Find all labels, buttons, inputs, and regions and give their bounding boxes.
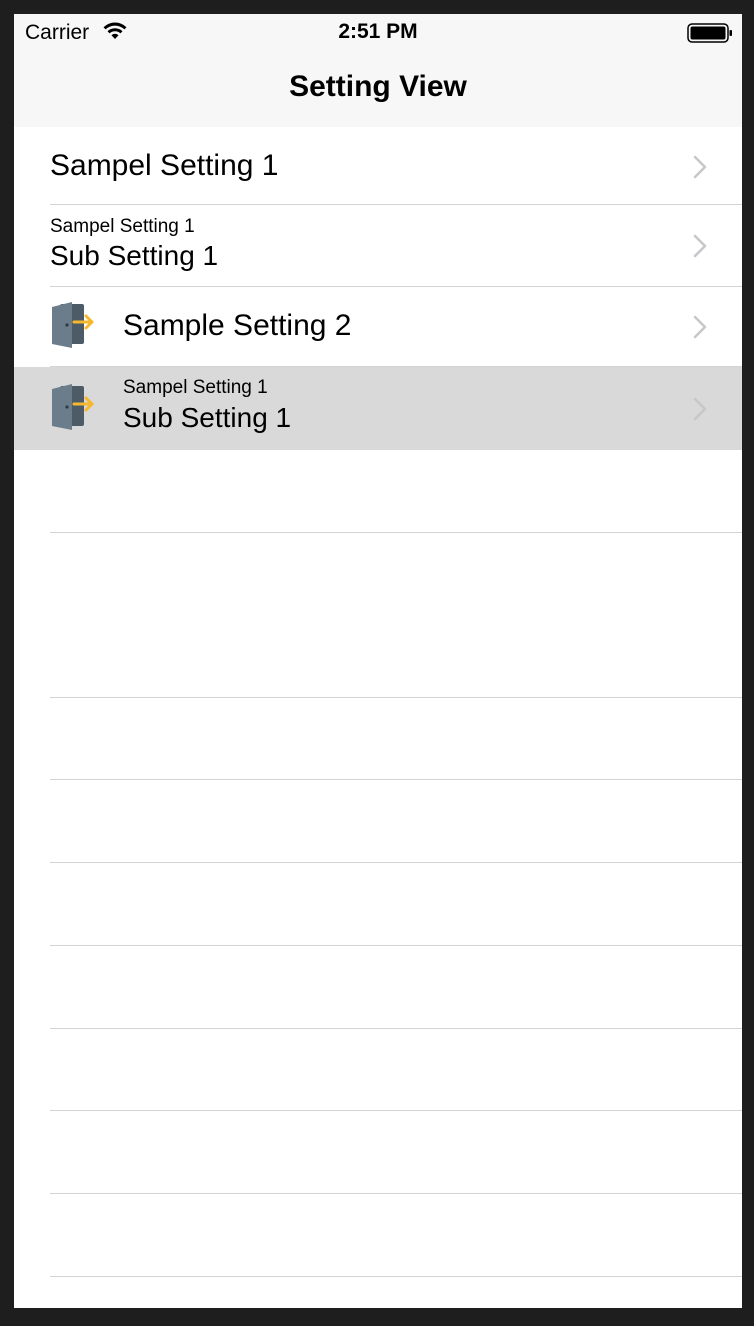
empty-row-separator: [50, 1276, 742, 1277]
row-subtitle: Sampel Setting 1: [123, 377, 268, 398]
chevron-right-icon: [693, 234, 707, 258]
table-row-selected[interactable]: Sampel Setting 1 Sub Setting 1: [14, 367, 742, 450]
row-subtitle: Sampel Setting 1: [50, 216, 195, 237]
app-screen: Carrier 2:51 PM Setting View Sampel Sett…: [14, 14, 742, 1308]
chevron-right-icon: [693, 315, 707, 339]
battery-icon: [687, 23, 732, 43]
settings-table: Sampel Setting 1 Sampel Setting 1 Sub Se…: [14, 127, 742, 450]
table-row[interactable]: Sampel Setting 1 Sub Setting 1: [14, 205, 742, 287]
chevron-right-icon: [693, 397, 707, 421]
row-title: Sampel Setting 1: [50, 149, 279, 182]
table-row[interactable]: Sample Setting 2: [14, 287, 742, 367]
door-exit-icon: [52, 384, 94, 430]
chevron-right-icon: [693, 155, 707, 179]
empty-row-separator: [50, 1028, 742, 1029]
top-bar: Carrier 2:51 PM Setting View: [14, 14, 742, 128]
row-title: Sub Setting 1: [50, 240, 219, 271]
row-title: Sample Setting 2: [123, 309, 352, 342]
empty-row-separator: [50, 945, 742, 946]
empty-row-separator: [50, 532, 742, 533]
status-bar: Carrier 2:51 PM: [14, 14, 742, 52]
row-title: Sub Setting 1: [123, 402, 292, 433]
door-exit-icon: [52, 302, 94, 348]
page-title: Setting View: [289, 70, 467, 103]
empty-row-separator: [50, 1110, 742, 1111]
table-row[interactable]: Sampel Setting 1: [14, 127, 742, 205]
empty-row-separator: [50, 1193, 742, 1194]
empty-row-separator: [50, 697, 742, 698]
status-time: 2:51 PM: [338, 20, 418, 43]
empty-row-separator: [50, 779, 742, 780]
empty-row-separator: [50, 862, 742, 863]
